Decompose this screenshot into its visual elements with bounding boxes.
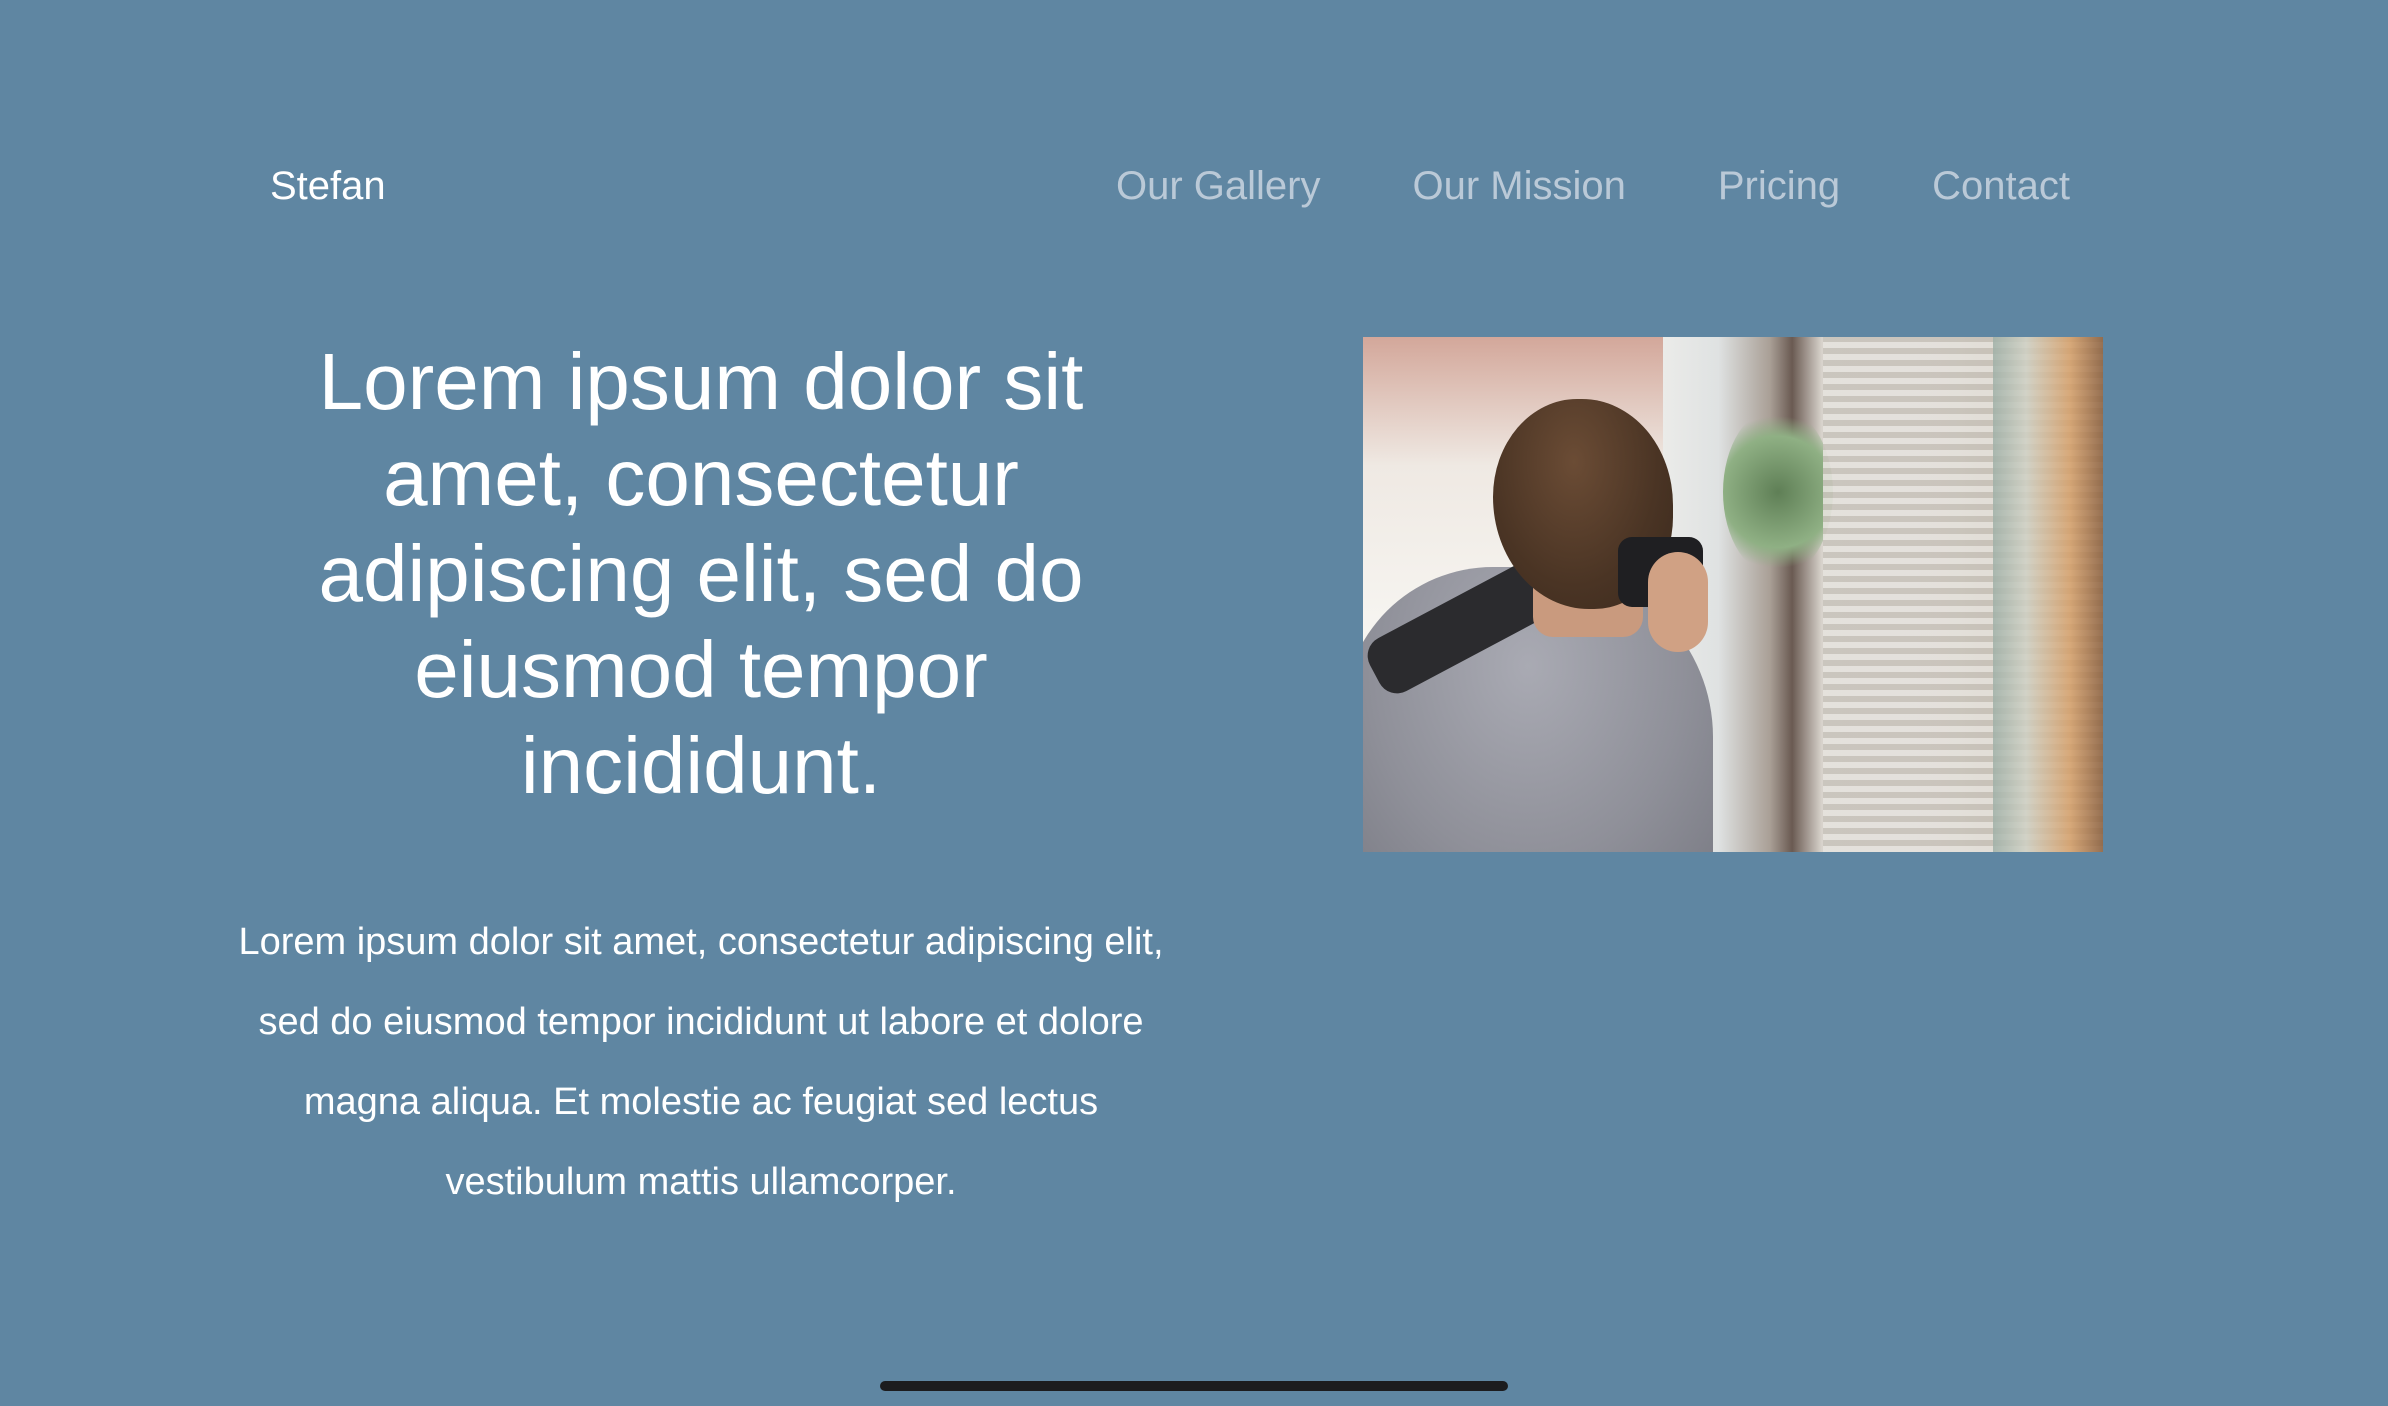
photo-graffiti <box>1993 337 2103 852</box>
hero-photo <box>1363 337 2103 852</box>
home-indicator[interactable] <box>880 1381 1508 1391</box>
nav-link-gallery[interactable]: Our Gallery <box>1116 160 1321 212</box>
brand-logo[interactable]: Stefan <box>270 160 386 212</box>
nav-link-contact[interactable]: Contact <box>1932 160 2070 212</box>
hero-headline: Lorem ipsum dolor sit amet, consectetur … <box>318 337 1084 810</box>
main-nav: Our Gallery Our Mission Pricing Contact <box>1116 160 2070 212</box>
photo-tree <box>1723 407 1833 577</box>
nav-link-mission[interactable]: Our Mission <box>1412 160 1625 212</box>
hero-body-text: Lorem ipsum dolor sit amet, consectetur … <box>238 921 1164 1203</box>
landing-page: Stefan Our Gallery Our Mission Pricing C… <box>0 0 2388 1406</box>
hero-section: Lorem ipsum dolor sit amet, consectetur … <box>230 334 1172 1222</box>
photo-hand <box>1648 552 1708 652</box>
nav-link-pricing[interactable]: Pricing <box>1718 160 1840 212</box>
